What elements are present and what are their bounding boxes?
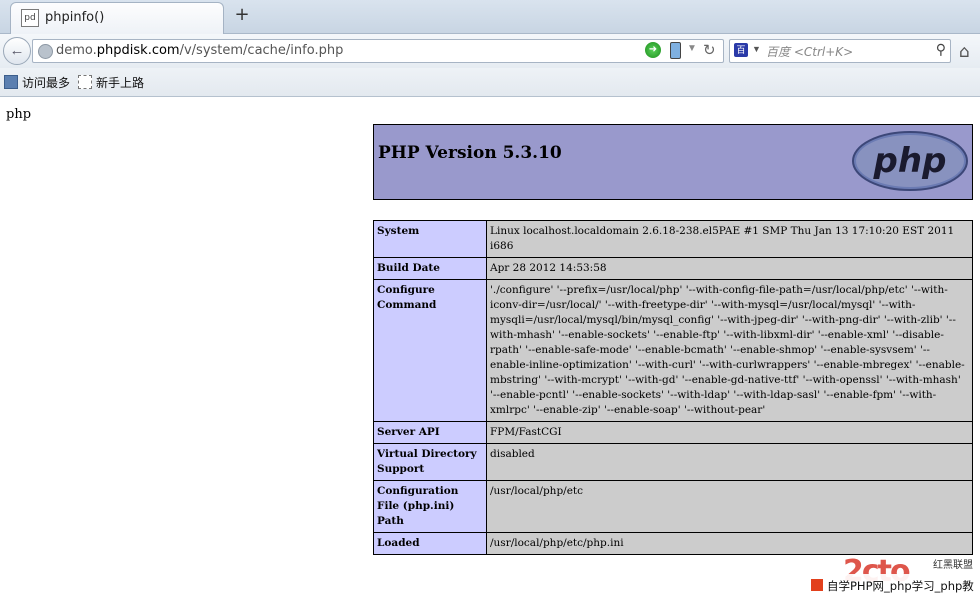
table-row: Configure Command './configure' '--prefix… — [373, 279, 973, 422]
bookmark-most-visited[interactable]: 访问最多 — [22, 74, 70, 91]
row-key: Server API — [373, 421, 487, 444]
row-key: System — [373, 220, 487, 258]
php-info-table: System Linux localhost.localdomain 2.6.18… — [373, 220, 973, 555]
tab-title: phpinfo() — [45, 10, 105, 25]
php-version-header: PHP Version 5.3.10 php — [373, 124, 973, 200]
row-value: /usr/local/php/etc/php.ini — [486, 532, 973, 555]
mobile-icon[interactable] — [670, 42, 681, 59]
site-identity-icon[interactable] — [38, 44, 53, 59]
url-text[interactable]: demo.phpdisk.com/v/system/cache/info.php — [56, 43, 343, 58]
table-row: Build Date Apr 28 2012 14:53:58 — [373, 257, 973, 280]
row-key: Loaded — [373, 532, 487, 555]
row-value: FPM/FastCGI — [486, 421, 973, 444]
new-tab-button[interactable]: + — [232, 5, 252, 25]
php-version-title: PHP Version 5.3.10 — [378, 143, 562, 163]
row-value: disabled — [486, 443, 973, 481]
watermark-caption-icon — [811, 579, 823, 591]
bookmark-folder-icon — [4, 75, 18, 89]
row-key: Virtual Directory Support — [373, 443, 487, 481]
php-logo-icon[interactable]: php — [851, 130, 969, 192]
go-arrow-icon[interactable]: ➜ — [645, 42, 661, 58]
engine-dropdown-icon[interactable]: ▼ — [752, 44, 761, 54]
row-value: './configure' '--prefix=/usr/local/php' … — [486, 279, 973, 422]
url-path: /v/system/cache/info.php — [179, 43, 344, 58]
search-bar[interactable]: 百 ▼ 百度 <Ctrl+K> ⚲ — [729, 39, 951, 63]
url-domain: phpdisk.com — [96, 43, 180, 58]
bookmarks-toolbar: 访问最多 新手上路 — [0, 68, 980, 97]
table-row: Configuration File (php.ini) Path/usr/lo… — [373, 480, 973, 533]
navigation-toolbar: ← demo.phpdisk.com/v/system/cache/info.p… — [0, 34, 980, 68]
table-row: Virtual Directory Support disabled — [373, 443, 973, 481]
address-bar[interactable]: demo.phpdisk.com/v/system/cache/info.php… — [32, 39, 724, 63]
table-row: Loaded/usr/local/php/etc/php.ini — [373, 532, 973, 555]
row-value: /usr/local/php/etc — [486, 480, 973, 533]
table-row: Server API FPM/FastCGI — [373, 421, 973, 444]
bookmark-getting-started[interactable]: 新手上路 — [96, 74, 144, 91]
watermark-caption-text: 自学PHP网_php学习_php教 — [827, 579, 974, 593]
row-key: Configure Command — [373, 279, 487, 422]
search-icon[interactable]: ⚲ — [936, 42, 946, 58]
reload-icon[interactable]: ↻ — [703, 41, 716, 59]
row-value: Apr 28 2012 14:53:58 — [486, 257, 973, 280]
table-row: System Linux localhost.localdomain 2.6.18… — [373, 220, 973, 258]
search-placeholder[interactable]: 百度 <Ctrl+K> — [766, 43, 853, 60]
back-button[interactable]: ← — [3, 37, 31, 65]
row-value: Linux localhost.localdomain 2.6.18-238.e… — [486, 220, 973, 258]
history-dropdown-icon[interactable]: ▼ — [687, 43, 697, 54]
watermark-subtitle: 红黑联盟 — [933, 560, 973, 571]
url-prefix: demo. — [56, 43, 97, 58]
watermark-caption: 自学PHP网_php学习_php教 — [808, 574, 980, 596]
tab-phpinfo[interactable]: pd phpinfo() — [10, 2, 224, 34]
row-key: Build Date — [373, 257, 487, 280]
bookmark-page-icon — [78, 75, 92, 89]
home-icon[interactable]: ⌂ — [959, 42, 970, 62]
page-prefix-text: php — [6, 107, 32, 122]
row-key: Configuration File (php.ini) Path — [373, 480, 487, 533]
search-engine-icon[interactable]: 百 — [734, 43, 748, 57]
favicon-icon: pd — [21, 9, 39, 27]
tab-strip: pd phpinfo() + — [0, 0, 980, 34]
php-logo-text: php — [873, 141, 947, 181]
page-content: php PHP Version 5.3.10 php System Linux l… — [0, 97, 980, 598]
